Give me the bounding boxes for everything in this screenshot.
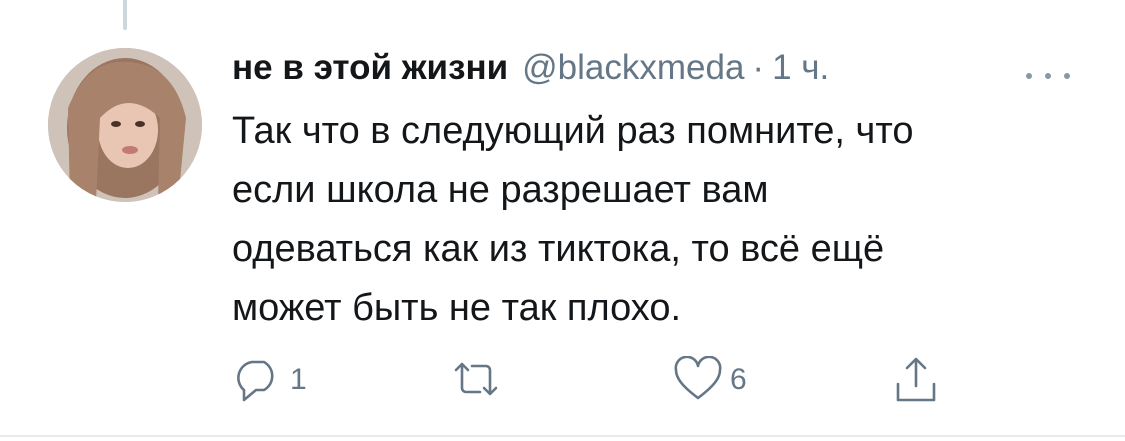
- author-name[interactable]: не в этой жизни: [232, 48, 508, 88]
- retweet-icon: [454, 362, 498, 396]
- retweet-button[interactable]: [450, 352, 508, 408]
- reply-count: 1: [290, 363, 307, 396]
- separator-dot: ·: [752, 48, 765, 87]
- tweet-text-line: одеваться как из тиктока, то всё ещё: [232, 228, 885, 270]
- share-icon: [896, 357, 936, 402]
- heart-icon: [674, 356, 722, 400]
- reply-button[interactable]: 1: [232, 352, 307, 408]
- avatar[interactable]: [48, 48, 202, 202]
- like-count: 6: [730, 363, 747, 396]
- tweet-text-line: Так что в следующий раз помните, что: [232, 110, 914, 152]
- tweet-timestamp[interactable]: 1 ч.: [772, 48, 829, 88]
- tweet-header: не в этой жизни @blackxmeda · 1 ч.: [232, 48, 1085, 92]
- tweet-text-line: если школа не разрешает вам: [232, 169, 769, 211]
- like-button[interactable]: 6: [672, 352, 747, 408]
- tweet-actions: 1 6: [232, 352, 952, 408]
- tweet-text-line: может быть не так плохо.: [232, 287, 682, 329]
- reply-icon: [237, 360, 274, 402]
- tweet-text: Так что в следующий раз помните, что есл…: [232, 102, 1082, 338]
- divider: [0, 435, 1125, 437]
- author-handle[interactable]: @blackxmeda: [522, 48, 744, 88]
- thread-connector-line: [123, 0, 127, 30]
- more-options-button[interactable]: [1026, 66, 1070, 86]
- share-button[interactable]: [890, 352, 942, 408]
- more-horizontal-icon: [1026, 73, 1032, 79]
